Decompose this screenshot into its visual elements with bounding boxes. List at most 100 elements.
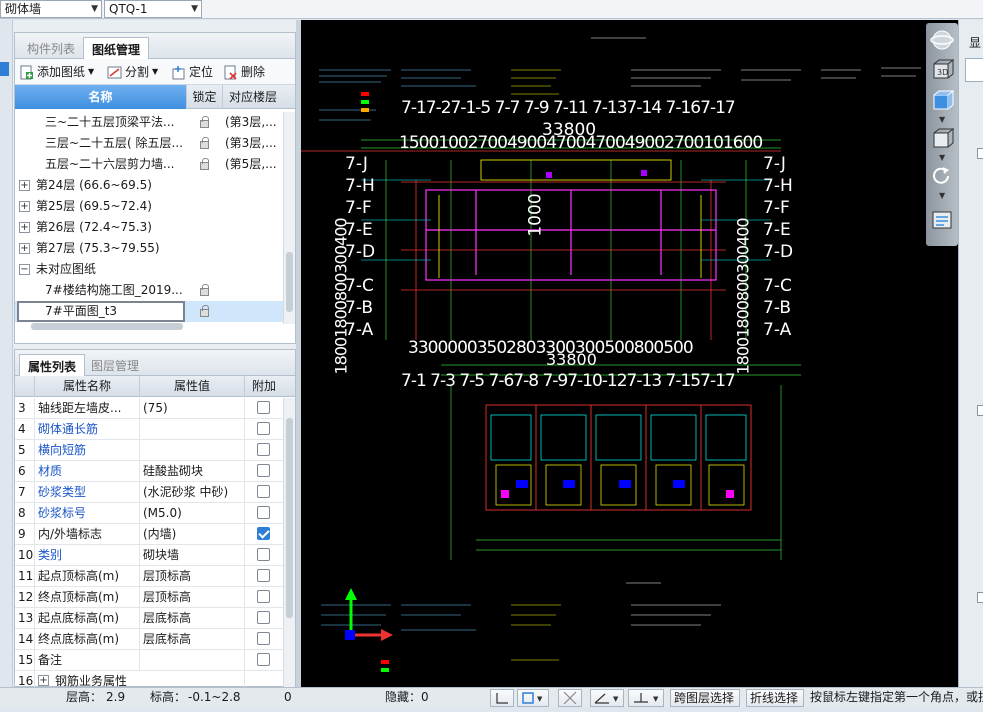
expand-plus-icon[interactable]: + xyxy=(19,243,30,254)
angle-mode-button[interactable]: ▼ xyxy=(590,689,624,707)
snap-mode-button[interactable]: ▼ xyxy=(517,689,549,707)
right-expander-icon[interactable] xyxy=(977,592,983,603)
gutter-marker-icon[interactable] xyxy=(0,62,9,76)
chevron-down-icon[interactable]: ▼ xyxy=(152,63,158,81)
chevron-down-icon[interactable]: ▼ xyxy=(88,63,94,81)
col-floor[interactable]: 对应楼层 xyxy=(223,85,283,109)
property-row[interactable]: 12 终点顶标高(m) 层顶标高 xyxy=(15,587,283,608)
tab-property-list[interactable]: 属性列表 xyxy=(19,354,86,376)
property-value[interactable]: (内墙) xyxy=(140,524,245,544)
cross-layer-select-button[interactable]: 跨图层选择 xyxy=(670,689,740,707)
element-type-select[interactable]: 砌体墙 ▼ xyxy=(0,0,102,18)
add-drawing-button[interactable]: 添加图纸 ▼ xyxy=(19,63,94,81)
extra-checkbox[interactable] xyxy=(257,485,270,498)
right-expander-icon[interactable] xyxy=(977,148,983,159)
drawing-vertical-scrollbar[interactable] xyxy=(283,112,295,324)
view-3d-icon[interactable]: 3D xyxy=(930,58,955,81)
property-row[interactable]: 8 砂浆标号 (M5.0) xyxy=(15,503,283,524)
orbit-icon[interactable] xyxy=(930,29,954,51)
property-value[interactable] xyxy=(140,440,245,460)
property-row[interactable]: 9 内/外墙标志 (内墙) xyxy=(15,524,283,545)
lock-icon[interactable] xyxy=(200,116,209,128)
extra-checkbox[interactable] xyxy=(257,506,270,519)
extra-checkbox[interactable] xyxy=(257,422,270,435)
tab-component-list[interactable]: 构件列表 xyxy=(19,37,83,59)
expand-plus-icon[interactable]: + xyxy=(19,180,30,191)
lock-icon[interactable] xyxy=(200,305,209,317)
drawing-group-row[interactable]: − 未对应图纸 xyxy=(15,259,283,280)
col-name[interactable]: 名称 xyxy=(15,85,187,109)
col-property-name[interactable]: 属性名称 xyxy=(35,376,140,397)
expand-plus-icon[interactable]: + xyxy=(19,201,30,212)
property-value[interactable]: (M5.0) xyxy=(140,503,245,523)
drawing-group-row[interactable]: + 第26层 (72.4~75.3) xyxy=(15,217,283,238)
property-value[interactable]: 层底标高 xyxy=(140,629,245,649)
scrollbar-thumb[interactable] xyxy=(286,418,293,618)
extra-checkbox[interactable] xyxy=(257,611,270,624)
cad-canvas[interactable]: 7-17-27-1-5 7-7 7-9 7-11 7-137-14 7-167-… xyxy=(301,20,958,687)
extra-checkbox[interactable] xyxy=(257,590,270,603)
lock-icon[interactable] xyxy=(200,284,209,296)
property-row[interactable]: 15 备注 xyxy=(15,650,283,671)
expand-plus-icon[interactable]: + xyxy=(19,222,30,233)
drawing-group-row[interactable]: + 第27层 (75.3~79.55) xyxy=(15,238,283,259)
col-extra[interactable]: 附加 xyxy=(245,376,283,397)
property-value[interactable]: 硅酸盐砌块 xyxy=(140,461,245,481)
property-value[interactable] xyxy=(140,419,245,439)
extra-checkbox[interactable] xyxy=(257,653,270,666)
chevron-down-icon[interactable]: ▼ xyxy=(91,1,98,17)
extra-checkbox-checked[interactable] xyxy=(257,527,270,540)
expand-plus-icon[interactable]: + xyxy=(38,675,49,686)
drawing-row[interactable]: 三层~二十五层( 除五层... (第3层,... xyxy=(15,133,283,154)
drawing-group-row[interactable]: + 第25层 (69.5~72.4) xyxy=(15,196,283,217)
right-expander-icon[interactable] xyxy=(977,405,983,416)
tab-drawing-management[interactable]: 图纸管理 xyxy=(83,37,150,59)
collapse-minus-icon[interactable]: − xyxy=(19,264,30,275)
delete-button[interactable]: 删除 xyxy=(223,63,265,81)
extra-checkbox[interactable] xyxy=(257,548,270,561)
drawing-row[interactable]: 五层~二十六层剪力墙... (第5层,... xyxy=(15,154,283,175)
property-value[interactable] xyxy=(140,650,245,670)
col-lock[interactable]: 锁定 xyxy=(187,85,223,109)
property-row[interactable]: 13 起点底标高(m) 层底标高 xyxy=(15,608,283,629)
property-row[interactable]: 3 轴线距左墙皮... (75) xyxy=(15,398,283,419)
col-property-value[interactable]: 属性值 xyxy=(140,376,245,397)
property-value[interactable]: 砌块墙 xyxy=(140,545,245,565)
element-name-select[interactable]: QTQ-1 ▼ xyxy=(104,0,202,18)
drawing-group-row[interactable]: + 第24层 (66.6~69.5) xyxy=(15,175,283,196)
property-row[interactable]: 7 砂浆类型 (水泥砂浆 中砂) xyxy=(15,482,283,503)
property-row[interactable]: 14 终点底标高(m) 层底标高 xyxy=(15,629,283,650)
extra-checkbox[interactable] xyxy=(257,464,270,477)
split-button[interactable]: 分割 ▼ xyxy=(107,63,158,81)
property-row[interactable]: 6 材质 硅酸盐砌块 xyxy=(15,461,283,482)
cross-mode-button[interactable] xyxy=(558,689,582,707)
locate-button[interactable]: 定位 xyxy=(171,63,213,81)
property-value[interactable]: 层顶标高 xyxy=(140,566,245,586)
property-row[interactable]: 10 类别 砌块墙 xyxy=(15,545,283,566)
property-value[interactable]: 层顶标高 xyxy=(140,587,245,607)
chevron-down-icon[interactable]: ▼ xyxy=(939,191,945,200)
drawing-row-selected[interactable]: 7#平面图_t3 xyxy=(15,301,283,322)
ortho-mode-button[interactable] xyxy=(490,689,514,707)
property-row[interactable]: 11 起点顶标高(m) 层顶标高 xyxy=(15,566,283,587)
property-value[interactable]: (水泥砂浆 中砂) xyxy=(140,482,245,502)
drawing-row[interactable]: 7#楼结构施工图_2019... xyxy=(15,280,283,301)
rotate-icon[interactable] xyxy=(930,165,954,187)
property-row[interactable]: 5 横向短筋 xyxy=(15,440,283,461)
property-row[interactable]: 4 砌体通长筋 xyxy=(15,419,283,440)
chevron-down-icon[interactable]: ▼ xyxy=(939,115,945,124)
polyline-select-button[interactable]: 折线选择 xyxy=(746,689,804,707)
offset-mode-button[interactable]: ▼ xyxy=(628,689,664,707)
lock-icon[interactable] xyxy=(200,137,209,149)
extra-checkbox[interactable] xyxy=(257,632,270,645)
property-value[interactable]: (75) xyxy=(140,398,245,418)
lock-icon[interactable] xyxy=(200,158,209,170)
property-vertical-scrollbar[interactable] xyxy=(283,398,295,687)
extra-checkbox[interactable] xyxy=(257,401,270,414)
right-pane-tab[interactable] xyxy=(965,58,983,82)
drawing-row[interactable]: 三~二十五层顶梁平法... (第3层,... xyxy=(15,112,283,133)
cube-outline-icon[interactable] xyxy=(930,127,955,149)
layer-filter-icon[interactable] xyxy=(930,209,954,231)
chevron-down-icon[interactable]: ▼ xyxy=(939,153,945,162)
horizontal-scrollbar[interactable] xyxy=(31,323,183,330)
